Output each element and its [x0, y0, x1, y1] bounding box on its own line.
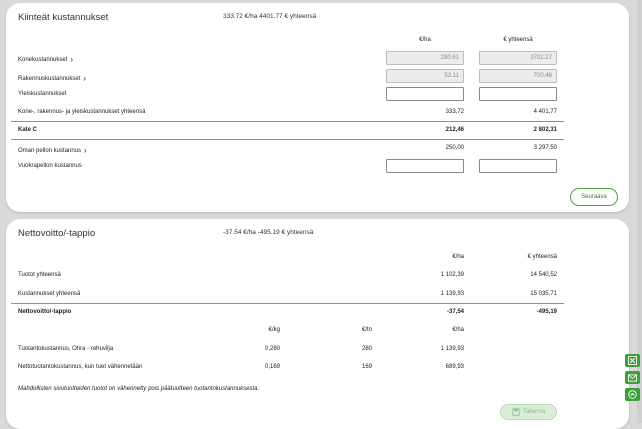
income-total-value: 14 540,52	[530, 272, 557, 278]
next-button[interactable]: Seuraava	[570, 188, 618, 206]
card-summary: 333.72 €/ha 4401.77 € yhteensä	[223, 13, 317, 20]
row-own-field-cost[interactable]: Oman pellon kustannus ›	[18, 145, 87, 155]
row-production-cost-label: Tuotantokustannus, Ohra - rehuvilja	[18, 346, 114, 352]
row-label: Konekustannukset	[18, 57, 68, 63]
divider	[11, 139, 564, 140]
rented-field-ha-input[interactable]	[386, 159, 464, 173]
net-production-cost-ha: 689,93	[445, 364, 464, 370]
save-icon	[512, 408, 520, 416]
production-cost-ha: 1 139,93	[440, 346, 464, 352]
mail-icon[interactable]	[625, 371, 640, 384]
rented-field-total-input[interactable]	[479, 159, 557, 173]
margin-c-ha-value: 212,46	[445, 127, 464, 133]
building-ha-input: 53.11	[386, 69, 464, 83]
col-header-tn: €/tn	[361, 327, 372, 333]
income-ha-value: 1 102,39	[440, 272, 464, 278]
chevron-right-icon[interactable]: ›	[84, 146, 87, 155]
scroll-up-icon[interactable]	[625, 388, 640, 401]
building-total-input: 700.46	[479, 69, 557, 83]
card-title: Nettovoitto/-tappio	[18, 228, 96, 239]
fixed-costs-card: Kiinteät kustannukset 333.72 €/ha 4401.7…	[6, 3, 629, 212]
row-total-label: Kone-, rakennus- ja yleiskustannukset yh…	[18, 109, 146, 115]
margin-c-total-value: 2 802,31	[533, 127, 557, 133]
row-costs-total-label: Kustannukset yhteensä	[18, 291, 81, 297]
col-header-ha-unit: €/ha	[452, 327, 464, 333]
chevron-right-icon[interactable]: ›	[70, 55, 73, 64]
divider	[11, 121, 564, 122]
costs-total-value: 15 035,71	[530, 291, 557, 297]
card-summary: -37.54 €/ha -495.19 € yhteensä	[223, 229, 314, 236]
row-overhead-costs-label: Yleiskustannukset	[18, 91, 67, 97]
total-ha-value: 333,72	[445, 109, 464, 115]
chevron-right-icon[interactable]: ›	[83, 74, 86, 83]
overhead-ha-input[interactable]	[386, 87, 464, 101]
card-title: Kiinteät kustannukset	[18, 12, 109, 23]
production-cost-tn: 280	[361, 346, 372, 352]
row-label: Oman pellon kustannus	[18, 148, 82, 154]
row-net-production-cost-label: Nettotuotantokustannus, kun tuet vähenne…	[18, 364, 143, 370]
machinery-ha-input: 280.61	[386, 51, 464, 65]
row-margin-c-label: Kate C	[18, 127, 38, 133]
col-header-total: € yhteensä	[527, 254, 557, 260]
total-total-value: 4 401,77	[533, 109, 557, 115]
net-profit-total-value: -495,19	[536, 309, 557, 315]
row-income-total-label: Tuotot yhteensä	[18, 272, 61, 278]
own-field-ha-value: 250,00	[445, 145, 464, 151]
production-cost-kg: 0,280	[264, 346, 280, 352]
net-profit-card: Nettovoitto/-tappio -37.54 €/ha -495.19 …	[6, 219, 629, 429]
note-text: Mahdollisten sivutuotteiden tuotot on vä…	[18, 386, 260, 392]
machinery-total-input: 3701.27	[479, 51, 557, 65]
row-label: Rakennuskustannukset	[18, 76, 81, 82]
save-label: Tallenna	[522, 409, 546, 415]
save-button[interactable]: Tallenna	[500, 404, 557, 420]
net-profit-ha-value: -37,54	[446, 309, 464, 315]
net-production-cost-kg: 0,169	[264, 364, 280, 370]
own-field-total-value: 3 297,50	[533, 145, 557, 151]
col-header-ha: €/ha	[452, 254, 464, 260]
row-rented-field-label: Vuokrapellon kustannus	[18, 163, 82, 169]
divider	[11, 303, 564, 304]
net-production-cost-tn: 169	[361, 364, 372, 370]
row-machinery-costs[interactable]: Konekustannukset ›	[18, 54, 73, 64]
col-header-ha: €/ha	[419, 37, 431, 43]
row-net-profit-label: Nettovoitto/-tappio	[18, 309, 72, 315]
row-building-costs[interactable]: Rakennuskustannukset ›	[18, 73, 86, 83]
overhead-total-input[interactable]	[479, 87, 557, 101]
costs-ha-value: 1 139,93	[440, 291, 464, 297]
col-header-total: € yhteensä	[503, 37, 533, 43]
col-header-kg: €/kg	[268, 327, 280, 333]
excel-icon[interactable]	[625, 354, 640, 367]
